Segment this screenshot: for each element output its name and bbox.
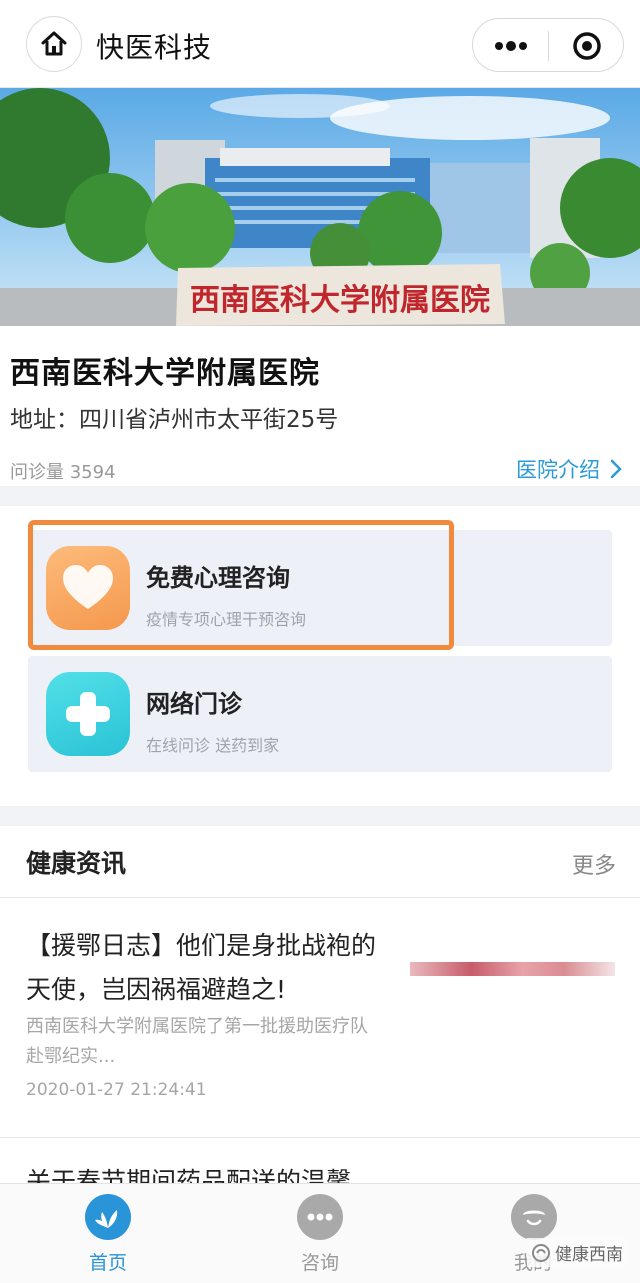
target-circle-icon bbox=[572, 32, 601, 60]
tab-home[interactable]: 首页 bbox=[48, 1194, 168, 1280]
mini-program-capsule bbox=[472, 18, 624, 72]
bottom-tabbar: 首页 咨询 我的 bbox=[0, 1183, 640, 1283]
wechat-watermark: 健康西南 bbox=[527, 1238, 627, 1267]
home-leaf-icon bbox=[85, 1194, 131, 1240]
service-icon-bg bbox=[46, 672, 130, 756]
service-title: 免费心理咨询 bbox=[146, 564, 290, 592]
hospital-banner-image[interactable]: 西南医科大学附属医院 bbox=[0, 88, 640, 326]
user-face-icon bbox=[511, 1194, 557, 1240]
plus-cross-icon bbox=[66, 692, 110, 736]
chat-bubble-icon bbox=[297, 1194, 343, 1240]
hospital-intro-label: 医院介绍 bbox=[516, 458, 600, 482]
service-title: 网络门诊 bbox=[146, 690, 242, 718]
hospital-intro-link[interactable]: 医院介绍 bbox=[516, 454, 622, 484]
news-more-link[interactable]: 更多 bbox=[572, 848, 616, 880]
chevron-right-icon bbox=[610, 459, 622, 479]
service-card-online-clinic[interactable]: 网络门诊 在线问诊 送药到家 bbox=[28, 656, 612, 772]
tab-consult[interactable]: 咨询 bbox=[260, 1194, 380, 1280]
top-navbar: 快医科技 bbox=[0, 0, 640, 88]
home-icon bbox=[41, 31, 67, 56]
watermark-text: 健康西南 bbox=[555, 1245, 623, 1265]
news-header: 健康资讯 更多 bbox=[0, 826, 640, 898]
service-subtitle: 在线问诊 送药到家 bbox=[146, 736, 280, 755]
service-card-free-counseling[interactable]: 免费心理咨询 疫情专项心理干预咨询 bbox=[28, 530, 612, 646]
news-item-title: 【援鄂日志】他们是身批战袍的天使，岂因祸福避趋之! bbox=[26, 931, 377, 1004]
service-subtitle: 疫情专项心理干预咨询 bbox=[146, 610, 307, 629]
news-item-thumbnail bbox=[410, 962, 615, 976]
hospital-name: 西南医科大学附属医院 bbox=[10, 356, 320, 391]
services-section: 免费心理咨询 疫情专项心理干预咨询 网络门诊 在线问诊 送药到家 bbox=[0, 506, 640, 806]
heart-icon bbox=[63, 565, 113, 609]
tab-mine[interactable]: 我的 bbox=[474, 1194, 594, 1280]
service-icon-bg bbox=[46, 546, 130, 630]
news-section-title: 健康资讯 bbox=[26, 849, 127, 878]
hospital-photo: 西南医科大学附属医院 bbox=[0, 88, 640, 326]
app-title: 快医科技 bbox=[96, 31, 213, 64]
hospital-address: 地址：四川省泸州市太平街25号 bbox=[10, 407, 339, 433]
news-item-summary: 西南医科大学附属医院了第一批援助医疗队赴鄂纪实... bbox=[26, 1016, 368, 1067]
tab-label: 咨询 bbox=[300, 1252, 339, 1274]
close-button[interactable] bbox=[549, 19, 624, 73]
more-button[interactable] bbox=[473, 19, 548, 73]
hospital-info: 西南医科大学附属医院 地址：四川省泸州市太平街25号 问诊量 3594 医院介绍 bbox=[0, 326, 640, 486]
more-dots-icon bbox=[494, 41, 527, 51]
news-item[interactable]: 【援鄂日志】他们是身批战袍的天使，岂因祸福避趋之! 西南医科大学附属医院了第一批… bbox=[0, 898, 640, 1138]
consultation-count: 问诊量 3594 bbox=[10, 462, 116, 483]
wechat-official-account-icon bbox=[532, 1243, 550, 1262]
news-item-time: 2020-01-27 21:24:41 bbox=[26, 1080, 207, 1100]
tab-label: 首页 bbox=[88, 1252, 127, 1274]
banner-sign-text: 西南医科大学附属医院 bbox=[190, 283, 490, 318]
home-button[interactable] bbox=[26, 16, 82, 72]
